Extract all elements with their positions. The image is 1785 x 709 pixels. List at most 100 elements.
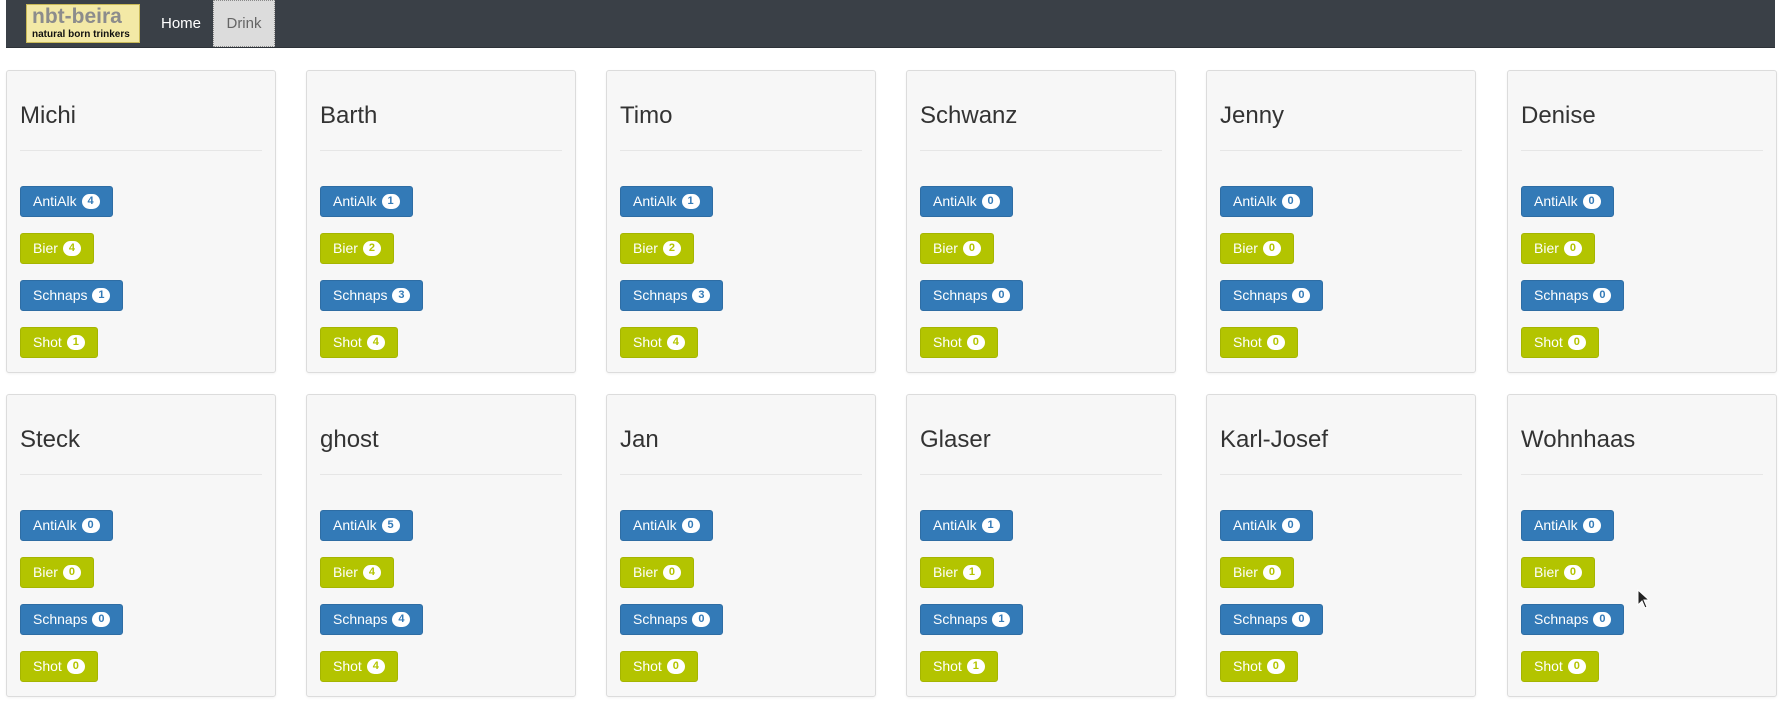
bier-button[interactable]: Bier 0 (1521, 233, 1595, 264)
schnaps-button[interactable]: Schnaps 3 (320, 280, 424, 311)
person-name: Karl-Josef (1220, 426, 1329, 453)
antialk-button[interactable]: AntiAlk 0 (20, 510, 113, 541)
shot-label: Shot (1534, 658, 1563, 674)
bier-count-badge: 2 (362, 241, 381, 256)
antialk-count-badge: 1 (381, 194, 400, 209)
shot-count-badge: 0 (66, 659, 85, 674)
antialk-button[interactable]: AntiAlk 0 (1521, 186, 1614, 217)
antialk-button[interactable]: AntiAlk 5 (320, 510, 413, 541)
antialk-button[interactable]: AntiAlk 0 (1521, 510, 1614, 541)
shot-button[interactable]: Shot 4 (320, 651, 398, 682)
bier-button[interactable]: Bier 4 (320, 557, 394, 588)
antialk-label: AntiAlk (633, 517, 677, 533)
bier-button[interactable]: Bier 0 (1220, 233, 1294, 264)
antialk-label: AntiAlk (1233, 517, 1277, 533)
bier-button[interactable]: Bier 4 (20, 233, 94, 264)
schnaps-button[interactable]: Schnaps 0 (620, 604, 724, 635)
bier-button[interactable]: Bier 0 (620, 557, 694, 588)
shot-count-badge: 4 (366, 659, 385, 674)
nav-home-link[interactable]: Home (146, 0, 216, 48)
shot-button[interactable]: Shot 0 (1220, 651, 1298, 682)
antialk-count-badge: 0 (81, 518, 100, 533)
antialk-button[interactable]: AntiAlk 4 (20, 186, 113, 217)
shot-button[interactable]: Shot 4 (320, 327, 398, 358)
schnaps-button[interactable]: Schnaps 0 (920, 280, 1024, 311)
schnaps-button[interactable]: Schnaps 0 (1521, 604, 1625, 635)
antialk-button[interactable]: AntiAlk 0 (1220, 510, 1313, 541)
shot-label: Shot (33, 658, 62, 674)
schnaps-button[interactable]: Schnaps 4 (320, 604, 424, 635)
person-name: Jenny (1220, 102, 1285, 129)
antialk-label: AntiAlk (633, 193, 677, 209)
nav-drink-link[interactable]: Drink (213, 0, 275, 47)
shot-label: Shot (333, 334, 362, 350)
shot-button[interactable]: Shot 0 (1521, 651, 1599, 682)
bier-button[interactable]: Bier 2 (320, 233, 394, 264)
bier-count-badge: 4 (62, 241, 81, 256)
schnaps-label: Schnaps (633, 611, 688, 627)
bier-button[interactable]: Bier 2 (620, 233, 694, 264)
shot-label: Shot (33, 334, 62, 350)
schnaps-count-badge: 0 (692, 612, 711, 627)
antialk-label: AntiAlk (1534, 193, 1578, 209)
schnaps-count-badge: 0 (1292, 288, 1311, 303)
bier-label: Bier (33, 564, 58, 580)
shot-button[interactable]: Shot 0 (1521, 327, 1599, 358)
schnaps-label: Schnaps (33, 287, 88, 303)
bier-button[interactable]: Bier 0 (20, 557, 94, 588)
bier-button[interactable]: Bier 0 (1521, 557, 1595, 588)
schnaps-count-badge: 3 (692, 288, 711, 303)
card-divider (920, 474, 1162, 475)
antialk-count-badge: 4 (81, 194, 100, 209)
antialk-label: AntiAlk (33, 517, 77, 533)
antialk-button[interactable]: AntiAlk 0 (1220, 186, 1313, 217)
bier-button[interactable]: Bier 0 (1220, 557, 1294, 588)
person-card: Barth AntiAlk 1 Bier 2 Schnaps 3 Shot 4 (306, 70, 576, 373)
bier-count-badge: 1 (962, 565, 981, 580)
schnaps-button[interactable]: Schnaps 1 (20, 280, 124, 311)
shot-button[interactable]: Shot 1 (920, 651, 998, 682)
shot-button[interactable]: Shot 0 (20, 651, 98, 682)
antialk-button[interactable]: AntiAlk 1 (620, 186, 713, 217)
shot-button[interactable]: Shot 1 (20, 327, 98, 358)
schnaps-button[interactable]: Schnaps 1 (920, 604, 1024, 635)
person-card: Jenny AntiAlk 0 Bier 0 Schnaps 0 Shot 0 (1206, 70, 1476, 373)
antialk-button[interactable]: AntiAlk 0 (920, 186, 1013, 217)
shot-button[interactable]: Shot 0 (1220, 327, 1298, 358)
bier-label: Bier (933, 240, 958, 256)
schnaps-button[interactable]: Schnaps 0 (20, 604, 124, 635)
person-card: Denise AntiAlk 0 Bier 0 Schnaps 0 Shot 0 (1507, 70, 1777, 373)
shot-button[interactable]: Shot 0 (620, 651, 698, 682)
bier-button[interactable]: Bier 1 (920, 557, 994, 588)
bier-label: Bier (333, 564, 358, 580)
schnaps-button[interactable]: Schnaps 3 (620, 280, 724, 311)
schnaps-button[interactable]: Schnaps 0 (1220, 280, 1324, 311)
person-card: Glaser AntiAlk 1 Bier 1 Schnaps 1 Shot 1 (906, 394, 1176, 697)
shot-button[interactable]: Shot 4 (620, 327, 698, 358)
antialk-button[interactable]: AntiAlk 1 (320, 186, 413, 217)
schnaps-count-badge: 1 (92, 288, 111, 303)
brand-logo[interactable]: nbt-beira natural born trinkers (26, 4, 140, 43)
antialk-label: AntiAlk (333, 517, 377, 533)
antialk-button[interactable]: AntiAlk 1 (920, 510, 1013, 541)
person-name: ghost (320, 426, 379, 453)
schnaps-button[interactable]: Schnaps 0 (1521, 280, 1625, 311)
bier-button[interactable]: Bier 0 (920, 233, 994, 264)
schnaps-label: Schnaps (33, 611, 88, 627)
antialk-count-badge: 1 (981, 518, 1000, 533)
bier-count-badge: 0 (1262, 241, 1281, 256)
person-name: Timo (620, 102, 673, 129)
shot-label: Shot (1534, 334, 1563, 350)
schnaps-button[interactable]: Schnaps 0 (1220, 604, 1324, 635)
antialk-button[interactable]: AntiAlk 0 (620, 510, 713, 541)
schnaps-label: Schnaps (633, 287, 688, 303)
schnaps-label: Schnaps (1534, 611, 1589, 627)
schnaps-count-badge: 0 (992, 288, 1011, 303)
schnaps-count-badge: 0 (1292, 612, 1311, 627)
bier-count-badge: 0 (1563, 241, 1582, 256)
card-divider (20, 150, 262, 151)
shot-button[interactable]: Shot 0 (920, 327, 998, 358)
shot-count-badge: 4 (666, 335, 685, 350)
person-card: Schwanz AntiAlk 0 Bier 0 Schnaps 0 Shot 0 (906, 70, 1176, 373)
person-name: Michi (20, 102, 77, 129)
